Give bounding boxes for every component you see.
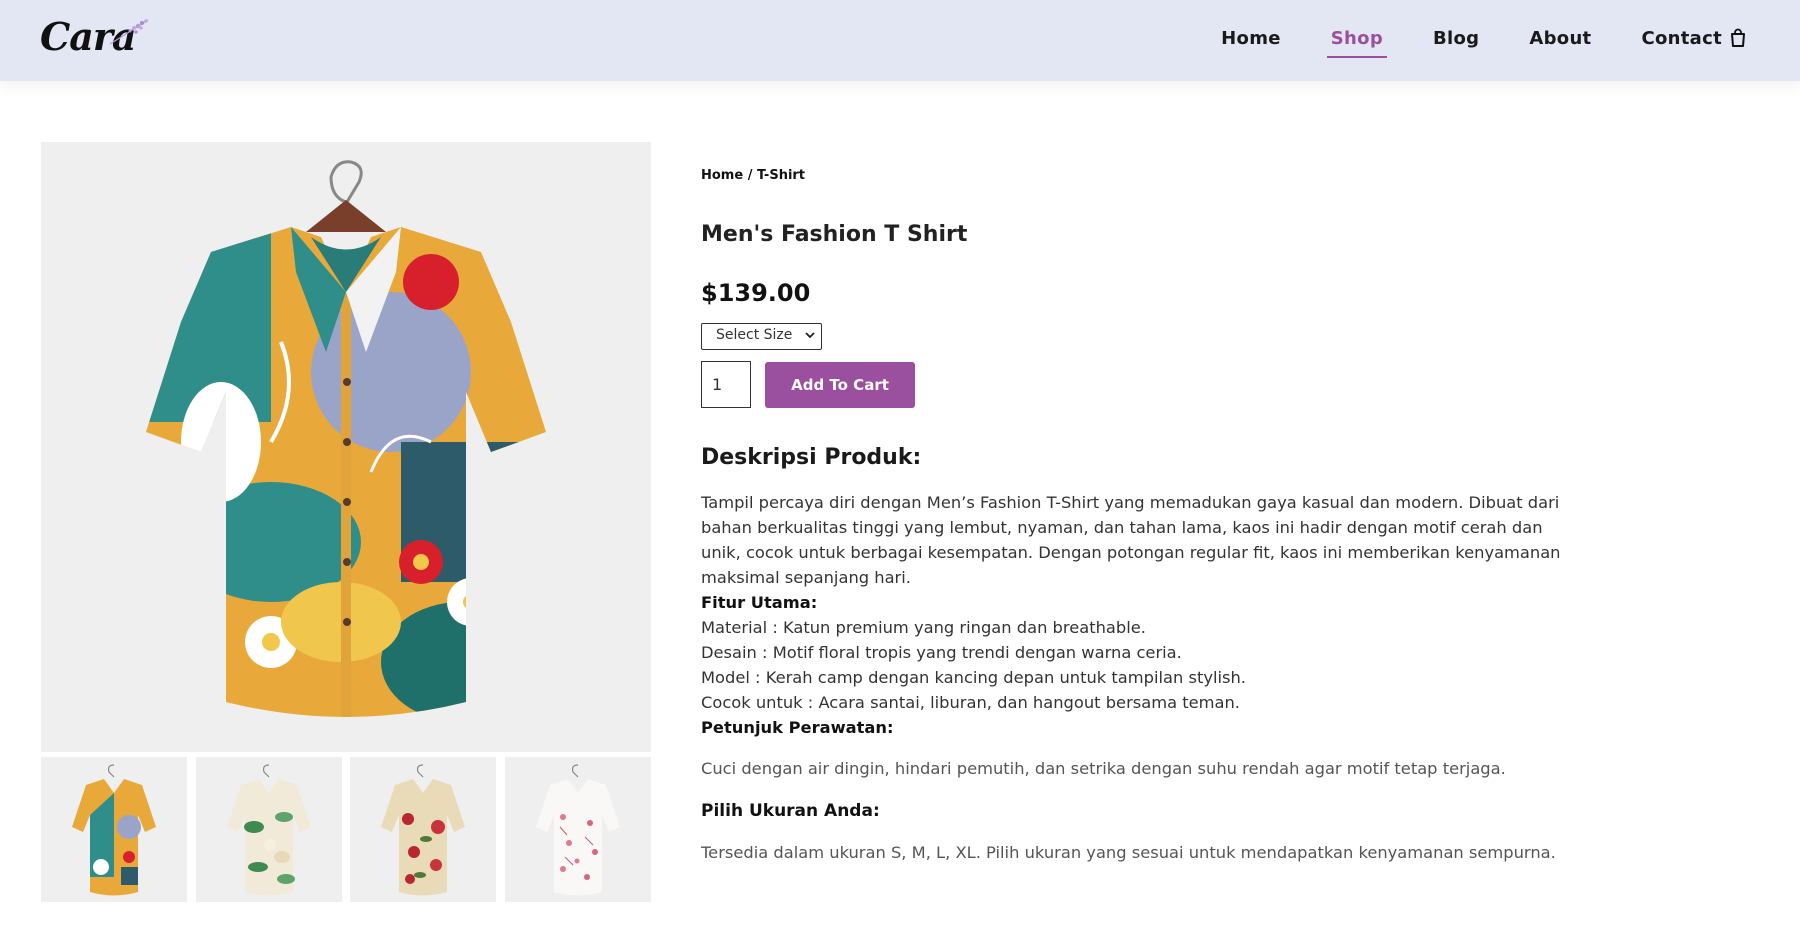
breadcrumb[interactable]: Home / T-Shirt	[701, 168, 805, 183]
size-guide-text: Tersedia dalam ukuran S, M, L, XL. Pilih…	[701, 843, 1556, 862]
product-title: Men's Fashion T Shirt	[701, 222, 968, 247]
nav-shop[interactable]: Shop	[1326, 22, 1388, 58]
quantity-input[interactable]: 1	[701, 361, 751, 408]
thumbnail-2[interactable]	[196, 757, 342, 902]
care-text: Cuci dengan air dingin, hindari pemutih,…	[701, 759, 1506, 778]
care-title: Petunjuk Perawatan:	[701, 718, 894, 737]
green-floral-shirt-thumb	[227, 764, 311, 896]
product-main-image	[41, 142, 651, 752]
description-body: Tampil percaya diri dengan Men’s Fashion…	[701, 490, 1581, 740]
nav-about[interactable]: About	[1529, 22, 1591, 56]
pink-floral-shirt-thumb	[536, 764, 620, 896]
features-title: Fitur Utama:	[701, 593, 818, 612]
product-price: $139.00	[701, 279, 811, 307]
chevron-down-icon	[805, 332, 815, 339]
feature-item: Desain : Motif floral tropis yang trendi…	[701, 643, 1182, 662]
feature-item: Model : Kerah camp dengan kancing depan …	[701, 668, 1246, 687]
size-guide-title: Pilih Ukuran Anda:	[701, 801, 880, 821]
description-text: Tampil percaya diri dengan Men’s Fashion…	[701, 493, 1561, 587]
colorful-shirt-thumb	[72, 764, 156, 896]
nav-home[interactable]: Home	[1221, 22, 1281, 56]
size-select[interactable]: Select Size	[701, 323, 822, 350]
site-header: Cara Home Shop Blog About Contact	[0, 0, 1800, 81]
thumbnail-4[interactable]	[505, 757, 651, 902]
add-to-cart-button[interactable]: Add To Cart	[765, 362, 915, 408]
feature-item: Cocok untuk : Acara santai, liburan, dan…	[701, 693, 1240, 712]
nav-blog[interactable]: Blog	[1433, 22, 1479, 56]
shirt-illustration	[146, 160, 546, 717]
description-title: Deskripsi Produk:	[701, 445, 922, 470]
thumbnail-gallery	[41, 757, 651, 902]
nav-contact[interactable]: Contact	[1641, 22, 1722, 56]
lavender-sprig-icon	[109, 19, 149, 45]
size-select-value: Select Size	[716, 327, 793, 343]
feature-item: Material : Katun premium yang ringan dan…	[701, 618, 1146, 637]
brand-logo[interactable]: Cara	[40, 14, 150, 64]
red-floral-shirt-thumb	[381, 764, 465, 896]
main-nav: Home Shop Blog About Contact	[1171, 22, 1722, 58]
shopping-bag-icon[interactable]	[1730, 28, 1746, 48]
thumbnail-3[interactable]	[350, 757, 496, 902]
thumbnail-1[interactable]	[41, 757, 187, 902]
